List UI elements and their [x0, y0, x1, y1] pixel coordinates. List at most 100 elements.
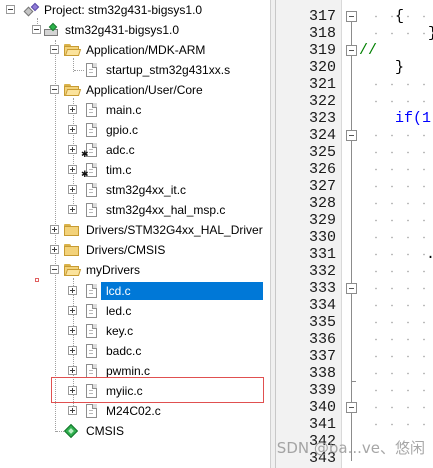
tree-file-stm32g4xx-hal-msp-c[interactable]: stm32g4xx_hal_msp.c	[0, 200, 270, 220]
line-number: 336	[308, 331, 336, 348]
expand-file-toggle[interactable]	[68, 125, 77, 134]
c-file-icon	[86, 384, 97, 398]
tree-guide-line	[56, 431, 64, 432]
file-label: lcd.c	[106, 284, 131, 298]
expand-file-toggle[interactable]	[68, 406, 77, 415]
tree-file-startup[interactable]: startup_stm32g431xx.s	[0, 60, 270, 80]
line-number: 335	[308, 314, 336, 331]
expand-file-toggle[interactable]	[68, 286, 77, 295]
code-editor[interactable]: 317 318 319 320 321 322 323 324 325 326 …	[276, 0, 433, 468]
target-label: stm32g431-bigsys1.0	[65, 23, 180, 37]
file-label: myiic.c	[106, 384, 143, 398]
expand-file-toggle[interactable]	[68, 386, 77, 395]
fold-marker[interactable]	[346, 11, 357, 22]
whitespace-markers	[366, 382, 433, 399]
collapse-group-toggle[interactable]	[50, 45, 59, 54]
c-file-icon	[86, 103, 97, 117]
expand-file-toggle[interactable]	[68, 306, 77, 315]
file-label: main.c	[106, 103, 142, 117]
expand-file-toggle[interactable]	[68, 165, 77, 174]
tree-file-lcd-c[interactable]: lcd.c	[0, 281, 270, 301]
tree-group-hal-driver[interactable]: Drivers/STM32G4xx_HAL_Driver	[0, 220, 270, 240]
whitespace-markers	[366, 93, 433, 110]
cmsis-label: CMSIS	[86, 424, 125, 438]
code-line-318: }	[428, 25, 433, 42]
file-label: key.c	[106, 324, 134, 338]
whitespace-markers	[366, 161, 433, 178]
tree-file-key-c[interactable]: key.c	[0, 321, 270, 341]
fold-marker[interactable]	[346, 283, 357, 294]
expand-group-toggle[interactable]	[50, 245, 59, 254]
tree-file-m24c02-c[interactable]: M24C02.c	[0, 401, 270, 421]
line-number: 340	[308, 399, 336, 416]
c-file-icon	[86, 183, 97, 197]
expand-group-toggle[interactable]	[50, 225, 59, 234]
tree-group-application-mdk-arm[interactable]: Application/MDK-ARM	[0, 40, 270, 60]
fold-marker[interactable]	[346, 402, 357, 413]
c-file-icon	[86, 304, 97, 318]
tree-file-adc-c[interactable]: ✱ adc.c	[0, 140, 270, 160]
line-number: 323	[308, 110, 336, 127]
code-line-320: }	[395, 59, 405, 76]
line-number: 322	[308, 93, 336, 110]
whitespace-markers	[366, 212, 433, 229]
c-file-icon	[86, 284, 97, 298]
code-line-323: if(1	[395, 110, 432, 127]
whitespace-markers	[366, 229, 433, 246]
line-number: 333	[308, 280, 336, 297]
expand-file-toggle[interactable]	[68, 346, 77, 355]
group-label: Drivers/STM32G4xx_HAL_Driver	[86, 223, 263, 237]
fold-guide	[351, 22, 352, 132]
expand-file-toggle[interactable]	[68, 366, 77, 375]
expand-file-toggle[interactable]	[68, 105, 77, 114]
tree-group-application-user-core[interactable]: Application/User/Core	[0, 80, 270, 100]
line-number-gutter: 317 318 319 320 321 322 323 324 325 326 …	[276, 0, 342, 468]
expand-file-toggle[interactable]	[68, 205, 77, 214]
fold-marker[interactable]	[346, 45, 357, 56]
collapse-target-toggle[interactable]	[32, 25, 41, 34]
c-file-icon	[86, 324, 97, 338]
whitespace-markers	[366, 416, 433, 433]
line-number: 341	[308, 416, 336, 433]
tree-cmsis-component[interactable]: CMSIS	[0, 421, 270, 441]
tree-file-gpio-c[interactable]: gpio.c	[0, 120, 270, 140]
file-label: stm32g4xx_hal_msp.c	[106, 203, 226, 217]
group-label: Application/MDK-ARM	[86, 43, 206, 57]
collapse-group-toggle[interactable]	[50, 265, 59, 274]
whitespace-markers	[366, 399, 433, 416]
expand-file-toggle[interactable]	[68, 326, 77, 335]
line-number: 339	[308, 382, 336, 399]
code-line-317: {	[395, 8, 405, 25]
fold-marker[interactable]	[346, 130, 357, 141]
tree-project-root[interactable]: Project: stm32g431-bigsys1.0	[0, 0, 270, 20]
collapse-project-toggle[interactable]	[6, 5, 15, 14]
line-number: 320	[308, 59, 336, 76]
tree-file-badc-c[interactable]: badc.c	[0, 341, 270, 361]
tree-file-main-c[interactable]: main.c	[0, 100, 270, 120]
line-number: 328	[308, 195, 336, 212]
cmsis-component-icon	[63, 423, 79, 439]
line-number: 329	[308, 212, 336, 229]
collapse-group-toggle[interactable]	[50, 85, 59, 94]
folder-icon	[64, 244, 80, 256]
whitespace-markers	[366, 365, 433, 382]
tree-group-drivers-cmsis[interactable]: Drivers/CMSIS	[0, 240, 270, 260]
project-tree-panel: Project: stm32g431-bigsys1.0 stm32g431-b…	[0, 0, 270, 468]
expand-file-toggle[interactable]	[68, 145, 77, 154]
tree-file-led-c[interactable]: led.c	[0, 301, 270, 321]
tree-file-stm32g4xx-it-c[interactable]: stm32g4xx_it.c	[0, 180, 270, 200]
tree-file-tim-c[interactable]: ✱ tim.c	[0, 160, 270, 180]
tree-group-mydrivers[interactable]: myDrivers	[0, 260, 270, 280]
tree-target[interactable]: stm32g431-bigsys1.0	[0, 20, 270, 40]
tree-file-myiic-c[interactable]: myiic.c	[0, 381, 270, 401]
c-file-icon	[86, 344, 97, 358]
line-number: 324	[308, 127, 336, 144]
whitespace-markers	[366, 331, 433, 348]
file-label: adc.c	[106, 143, 135, 157]
asm-file-icon	[86, 63, 97, 77]
expand-file-toggle[interactable]	[68, 185, 77, 194]
whitespace-markers	[366, 76, 433, 93]
group-label: myDrivers	[86, 263, 140, 277]
c-file-icon	[86, 404, 97, 418]
whitespace-markers	[366, 246, 433, 263]
